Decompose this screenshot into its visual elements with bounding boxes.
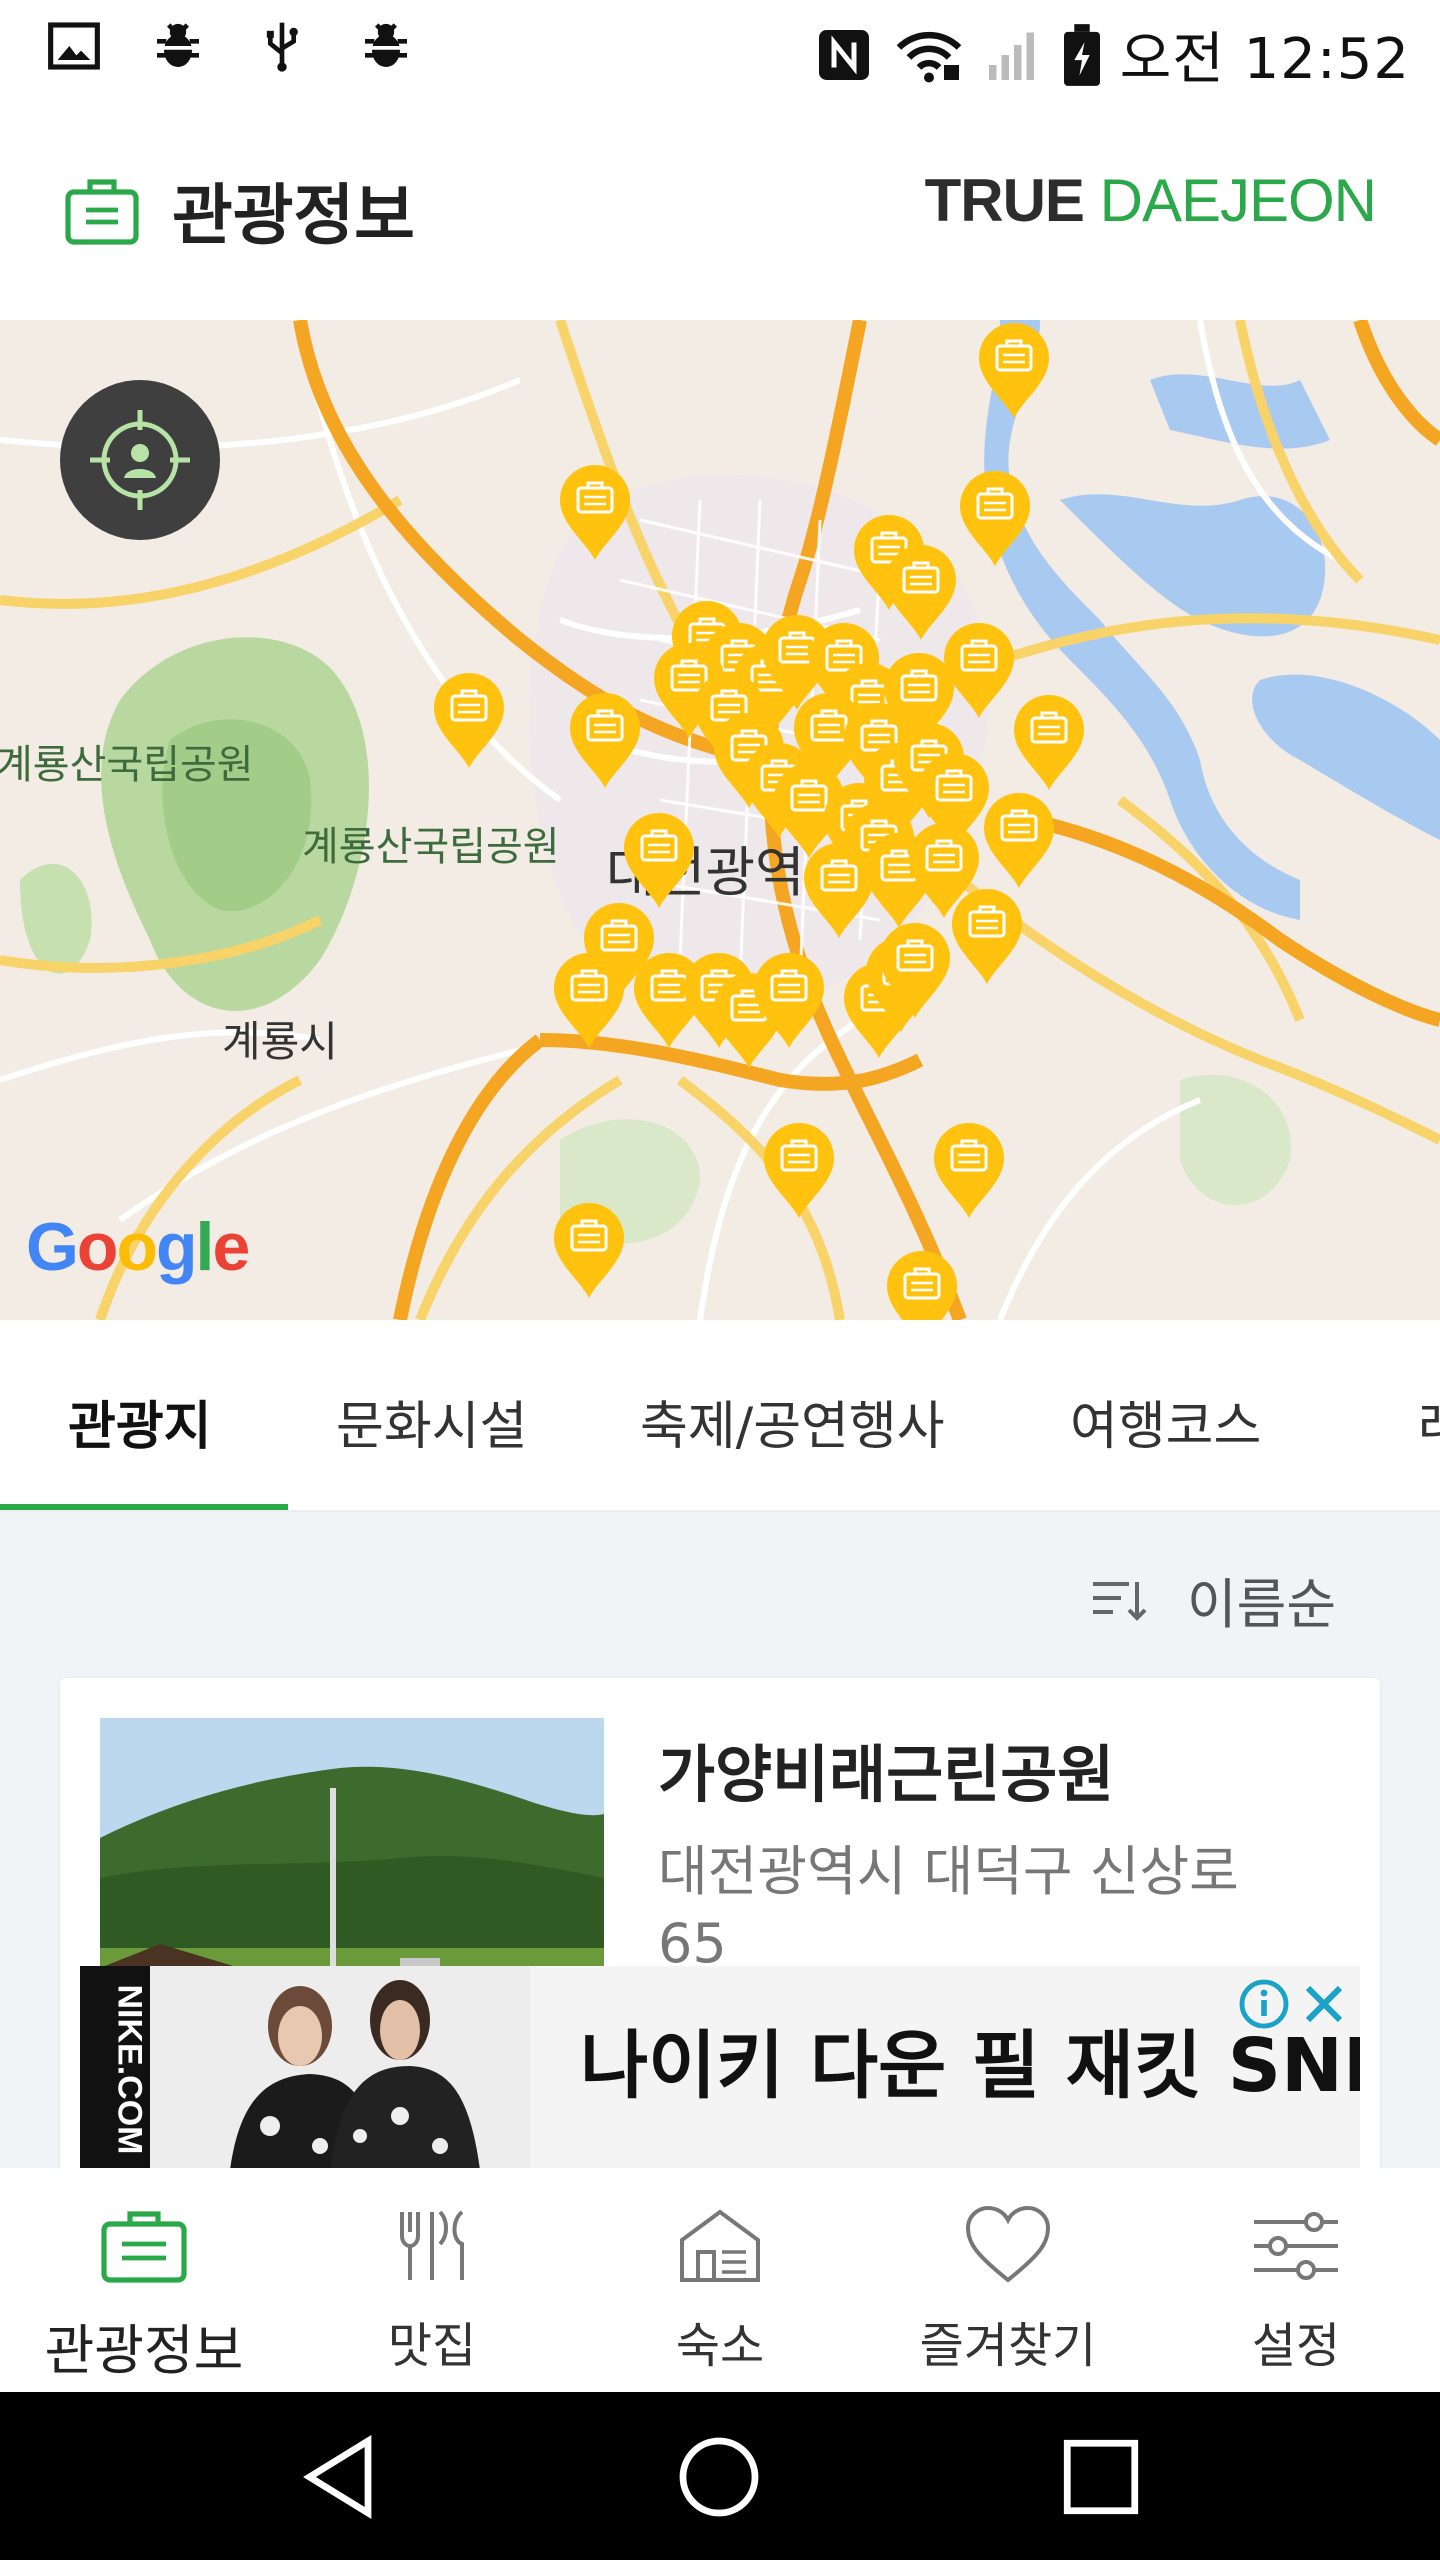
map-marker[interactable]: [566, 690, 644, 790]
map-marker[interactable]: [620, 810, 698, 910]
tab-travel-courses[interactable]: 여행코스: [1070, 1384, 1261, 1459]
nfc-icon: [818, 29, 869, 80]
signal-icon: [988, 32, 1034, 80]
briefcase-icon: [65, 179, 139, 245]
ad-image: [150, 1966, 530, 2170]
map-marker[interactable]: [883, 1248, 961, 1320]
map-marker[interactable]: [556, 462, 634, 562]
briefcase-icon: [934, 1123, 1004, 1218]
category-tabs: 관광지 문화시설 축제/공연행사 여행코스 레: [0, 1320, 1440, 1512]
ad-brand-label: NIKE.COM: [110, 1984, 149, 2155]
map-view[interactable]: 계룡산국립공원 계룡산국립공원 대전광역시 계룡시 Google: [0, 320, 1440, 1320]
briefcase-icon: [984, 793, 1054, 888]
sort-label: 이름순: [1186, 1573, 1336, 1636]
map-marker[interactable]: [980, 790, 1058, 890]
nav-label: 숙소: [675, 2318, 765, 2374]
map-marker[interactable]: [800, 840, 878, 940]
ad-banner[interactable]: NIKE.COM 나이키 다운 필 재킷 SNL: [80, 1966, 1360, 2170]
briefcase-icon: [554, 1203, 624, 1298]
map-marker[interactable]: [975, 320, 1053, 420]
map-marker[interactable]: [956, 468, 1034, 568]
briefcase-icon: [1014, 695, 1084, 790]
map-marker[interactable]: [948, 886, 1026, 986]
briefcase-icon: [434, 673, 504, 768]
nav-settings[interactable]: 설정: [1152, 2196, 1440, 2386]
tab-tourist-spots[interactable]: 관광지: [68, 1384, 212, 1459]
location-target-icon: [90, 410, 190, 510]
nav-label: 즐겨찾기: [919, 2318, 1097, 2374]
nav-restaurants[interactable]: 맛집: [288, 2196, 576, 2386]
map-marker[interactable]: [550, 1200, 628, 1300]
briefcase-icon: [979, 323, 1049, 418]
map-marker[interactable]: [430, 670, 508, 770]
app-header: 관광정보 TRUE DAEJEON: [0, 100, 1440, 320]
image-icon: [48, 22, 100, 70]
status-time: 오전 12:52: [1119, 27, 1410, 92]
wifi-icon: [896, 31, 962, 82]
ad-brand-strip: NIKE.COM: [80, 1966, 150, 2170]
usb-icon: [266, 22, 298, 72]
briefcase-icon: [754, 953, 824, 1048]
map-marker[interactable]: [940, 620, 1018, 720]
map-label-park: 계룡산국립공원: [0, 742, 254, 788]
ad-info-icon[interactable]: [1238, 1978, 1290, 2030]
briefcase-icon: [887, 1251, 957, 1320]
map-marker[interactable]: [750, 950, 828, 1050]
map-marker[interactable]: [876, 920, 954, 1020]
tab-festivals[interactable]: 축제/공연행사: [640, 1384, 945, 1459]
tab-indicator: [0, 1504, 288, 1510]
nav-favorites[interactable]: 즐겨찾기: [864, 2196, 1152, 2386]
briefcase-icon: [624, 813, 694, 908]
google-logo: Google: [26, 1209, 250, 1285]
page-title: 관광정보: [172, 177, 415, 254]
tab-culture-facilities[interactable]: 문화시설: [336, 1384, 527, 1459]
status-right-icons: 오전 12:52: [814, 14, 1410, 95]
utensils-icon: [400, 2210, 464, 2280]
briefcase-icon: [952, 889, 1022, 984]
brand-logo: TRUE DAEJEON: [924, 166, 1377, 235]
bottom-navigation: 관광정보 맛집 숙소 즐겨찾기 설정: [0, 2168, 1440, 2392]
sliders-icon: [1254, 2212, 1338, 2280]
system-navigation-bar: [0, 2392, 1440, 2560]
bug-icon: [157, 23, 199, 67]
nav-label: 설정: [1251, 2318, 1341, 2374]
map-marker[interactable]: [930, 1120, 1008, 1220]
heart-icon: [965, 2205, 1051, 2283]
brand-logo-part2: DAEJEON: [1099, 167, 1377, 234]
map-label-park: 계룡산국립공원: [302, 824, 560, 870]
nav-label: 맛집: [387, 2318, 477, 2374]
nav-tourism-info[interactable]: 관광정보: [0, 2196, 288, 2386]
map-marker[interactable]: [760, 1120, 838, 1220]
map-marker[interactable]: [1010, 692, 1088, 792]
briefcase-icon: [804, 843, 874, 938]
battery-icon: [1063, 23, 1100, 86]
nav-lodging[interactable]: 숙소: [576, 2196, 864, 2386]
nav-label: 관광정보: [44, 2319, 244, 2382]
status-bar: 오전 12:52: [0, 0, 1440, 100]
briefcase-icon: [960, 471, 1030, 566]
place-address: 대전광역시 대덕구 신상로 65: [658, 1840, 1239, 1975]
briefcase-icon: [560, 465, 630, 560]
tab-leisure[interactable]: 레: [1418, 1384, 1440, 1459]
brand-logo-part1: TRUE: [924, 167, 1085, 234]
my-location-button[interactable]: [60, 380, 220, 540]
sort-icon: [1092, 1581, 1147, 1621]
briefcase-icon: [944, 623, 1014, 718]
recents-icon[interactable]: [1056, 2432, 1146, 2522]
map-marker[interactable]: [550, 950, 628, 1050]
briefcase-icon: [554, 953, 624, 1048]
briefcase-icon: [101, 2211, 187, 2283]
back-icon[interactable]: [296, 2432, 386, 2522]
briefcase-icon: [764, 1123, 834, 1218]
sort-button[interactable]: 이름순: [1087, 1560, 1336, 1639]
close-icon[interactable]: [1298, 1978, 1350, 2030]
briefcase-icon: [880, 923, 950, 1018]
home-icon[interactable]: [674, 2432, 764, 2522]
briefcase-icon: [570, 693, 640, 788]
status-left-icons: [46, 18, 414, 74]
place-title: 가양비래근린공원: [658, 1738, 1115, 1811]
house-icon: [680, 2209, 760, 2282]
map-label-city: 계룡시: [222, 1017, 338, 1066]
bug-icon: [365, 23, 407, 67]
